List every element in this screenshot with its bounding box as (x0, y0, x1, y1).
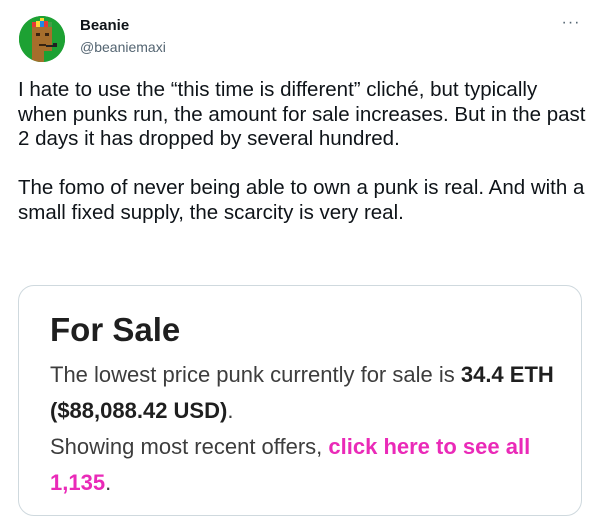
card-period: . (105, 470, 112, 495)
attached-image-card[interactable]: For Sale The lowest price punk currently… (18, 285, 582, 516)
punk-avatar-image (19, 16, 65, 62)
card-period: . (227, 398, 234, 423)
tweet-paragraph: I hate to use the “this time is differen… (18, 78, 586, 150)
tweet-paragraph: The fomo of never being able to own a pu… (18, 176, 585, 224)
more-options-icon[interactable]: ··· (558, 15, 584, 35)
card-body: The lowest price punk currently for sale… (50, 357, 570, 501)
avatar[interactable] (19, 16, 65, 62)
card-line-lowest-price: The lowest price punk currently for sale… (50, 362, 461, 387)
tweet-text: I hate to use the “this time is differen… (18, 78, 590, 225)
author-name[interactable]: Beanie (80, 16, 129, 36)
card-title: For Sale (50, 311, 181, 348)
author-handle[interactable]: @beaniemaxi (80, 37, 166, 57)
card-line-recent-offers: Showing most recent offers, (50, 434, 329, 459)
